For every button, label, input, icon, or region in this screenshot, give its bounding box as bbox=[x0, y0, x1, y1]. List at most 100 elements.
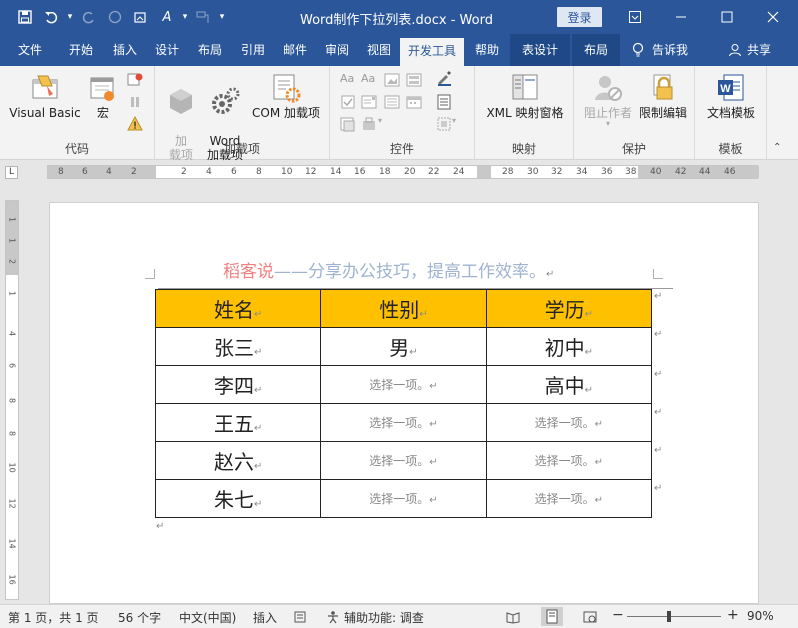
pause-recording-icon[interactable] bbox=[127, 94, 143, 110]
undo-icon[interactable] bbox=[38, 7, 64, 27]
customize-qat-icon[interactable]: ▾ bbox=[216, 7, 228, 27]
document-page[interactable]: 稻客说——分享办公技巧，提高工作效率。↵ 姓名↵ 性别↵ 学历↵ 张三↵ 男↵ … bbox=[49, 202, 759, 604]
check-box-content-control-icon[interactable] bbox=[340, 94, 356, 110]
document-table[interactable]: 姓名↵ 性别↵ 学历↵ 张三↵ 男↵ 初中↵ 李四↵ 选择一项。↵ 高中↵ 王五… bbox=[154, 289, 653, 518]
zoom-in-icon[interactable]: + bbox=[727, 607, 739, 623]
page-count[interactable]: 第 1 页，共 1 页 bbox=[8, 609, 99, 626]
close-icon[interactable] bbox=[750, 0, 796, 34]
table-header-cell[interactable]: 姓名↵ bbox=[154, 289, 322, 328]
xml-mapping-pane-button[interactable]: XML 映射窗格 bbox=[481, 72, 569, 120]
table-header-cell[interactable]: 性别↵ bbox=[320, 289, 487, 328]
print-layout-icon[interactable] bbox=[541, 607, 563, 626]
macro-record-icon[interactable] bbox=[294, 610, 308, 624]
login-button[interactable]: 登录 bbox=[557, 7, 602, 27]
undo-dropdown-icon[interactable]: ▾ bbox=[64, 7, 76, 27]
record-macro-icon[interactable] bbox=[127, 72, 143, 88]
word-count[interactable]: 56 个字 bbox=[118, 609, 161, 626]
tab-table-design[interactable]: 表设计 bbox=[510, 34, 570, 66]
tab-help[interactable]: 帮助 bbox=[466, 34, 508, 66]
date-picker-content-control-icon[interactable] bbox=[406, 94, 422, 110]
restrict-editing-button[interactable]: 限制编辑 bbox=[636, 72, 690, 120]
zoom-slider-track[interactable] bbox=[627, 616, 721, 617]
tab-table-layout[interactable]: 布局 bbox=[572, 34, 620, 66]
ruler-column-marker[interactable] bbox=[477, 166, 491, 178]
table-cell[interactable]: 朱七↵ bbox=[154, 479, 322, 518]
table-cell[interactable]: 李四↵ bbox=[154, 365, 322, 404]
insert-mode-indicator[interactable]: 插入 bbox=[253, 609, 277, 626]
vertical-ruler[interactable]: 1 1 2 1 4 6 8 8 10 12 14 16 bbox=[5, 200, 19, 600]
group-controls-icon[interactable] bbox=[436, 116, 452, 132]
macros-button[interactable]: 宏 bbox=[84, 72, 122, 120]
ruler-number: 12 bbox=[7, 498, 17, 509]
legacy-tools-dropdown-icon[interactable]: ▾ bbox=[378, 116, 394, 132]
tab-developer[interactable]: 开发工具 bbox=[400, 38, 464, 66]
zoom-level[interactable]: 90% bbox=[747, 609, 774, 623]
tab-review[interactable]: 审阅 bbox=[316, 34, 358, 66]
tab-references[interactable]: 引用 bbox=[232, 34, 274, 66]
language-indicator[interactable]: 中文(中国) bbox=[179, 609, 236, 626]
design-mode-icon[interactable] bbox=[436, 70, 452, 86]
picture-content-control-icon[interactable] bbox=[384, 72, 400, 88]
document-template-button[interactable]: W 文档模板 bbox=[701, 72, 761, 120]
group-controls-dropdown-icon[interactable]: ▾ bbox=[452, 116, 468, 132]
visual-basic-button[interactable]: Visual Basic bbox=[8, 72, 82, 120]
tab-selector[interactable]: L bbox=[5, 166, 18, 179]
save-icon[interactable] bbox=[12, 7, 38, 27]
accessibility-icon[interactable] bbox=[326, 610, 340, 624]
ruler-number: 16 bbox=[354, 167, 366, 177]
combo-box-content-control-icon[interactable] bbox=[361, 94, 377, 110]
tab-mailings[interactable]: 邮件 bbox=[274, 34, 316, 66]
zoom-slider-thumb[interactable] bbox=[667, 611, 671, 622]
table-cell[interactable]: 张三↵ bbox=[154, 327, 322, 366]
table-cell[interactable]: 高中↵ bbox=[485, 365, 653, 404]
building-block-control-icon[interactable] bbox=[406, 72, 422, 88]
table-cell[interactable]: 王五↵ bbox=[154, 403, 322, 442]
horizontal-ruler[interactable]: 8 6 4 2 2 4 6 8 10 12 14 16 18 20 22 24 28 30 32 34 36 38 40 42… bbox=[47, 165, 759, 179]
dropdown-content-control[interactable]: 选择一项。↵ bbox=[320, 365, 487, 404]
block-authors-button[interactable]: 阻止作者 ▾ bbox=[582, 72, 634, 128]
page-header[interactable]: 稻客说——分享办公技巧，提高工作效率。↵ bbox=[223, 257, 554, 282]
dropdown-content-control[interactable]: 选择一项。↵ bbox=[485, 403, 653, 442]
tab-layout[interactable]: 布局 bbox=[188, 34, 232, 66]
circle-icon[interactable] bbox=[102, 7, 128, 27]
maximize-icon[interactable] bbox=[704, 0, 750, 34]
format-painter-icon[interactable] bbox=[190, 7, 216, 27]
plain-text-content-control-icon[interactable]: Aa bbox=[361, 72, 377, 88]
drop-down-list-content-control-icon[interactable] bbox=[384, 94, 400, 110]
web-layout-icon[interactable] bbox=[583, 610, 597, 624]
table-cell[interactable]: 初中↵ bbox=[485, 327, 653, 366]
tab-home[interactable]: 开始 bbox=[58, 34, 104, 66]
tab-view[interactable]: 视图 bbox=[358, 34, 400, 66]
table-header-cell[interactable]: 学历↵ bbox=[485, 289, 653, 328]
picture-edit-icon[interactable] bbox=[128, 7, 154, 27]
zoom-out-icon[interactable]: − bbox=[612, 607, 624, 623]
title-bar: ▾ A ▾ ▾ Word制作下拉列表.docx - Word 登录 bbox=[0, 0, 798, 34]
tab-design[interactable]: 设计 bbox=[146, 34, 188, 66]
read-mode-icon[interactable] bbox=[506, 610, 520, 624]
tab-insert[interactable]: 插入 bbox=[104, 34, 146, 66]
font-style-icon[interactable]: A bbox=[154, 7, 180, 27]
dropdown-content-control[interactable]: 选择一项。↵ bbox=[485, 479, 653, 518]
dropdown-content-control[interactable]: 选择一项。↵ bbox=[320, 441, 487, 480]
macro-security-icon[interactable] bbox=[127, 116, 143, 132]
collapse-ribbon-icon[interactable]: ⌃ bbox=[773, 142, 781, 153]
ribbon-display-options-icon[interactable] bbox=[612, 0, 658, 34]
redo-icon[interactable] bbox=[76, 7, 102, 27]
share-button[interactable]: 共享 bbox=[728, 34, 771, 66]
tab-file[interactable]: 文件 bbox=[4, 34, 56, 66]
table-cell[interactable]: 赵六↵ bbox=[154, 441, 322, 480]
minimize-icon[interactable] bbox=[658, 0, 704, 34]
rich-text-content-control-icon[interactable]: Aa bbox=[340, 72, 356, 88]
dropdown-content-control[interactable]: 选择一项。↵ bbox=[485, 441, 653, 480]
dropdown-content-control[interactable]: 选择一项。↵ bbox=[320, 479, 487, 518]
tell-me-box[interactable]: 告诉我 bbox=[632, 34, 688, 66]
font-style-dropdown-icon[interactable]: ▾ bbox=[180, 7, 190, 27]
properties-icon[interactable] bbox=[436, 94, 452, 110]
com-addins-button[interactable]: COM 加载项 bbox=[249, 72, 323, 120]
table-cell[interactable]: 男↵ bbox=[320, 327, 487, 366]
accessibility-status[interactable]: 辅助功能: 调查 bbox=[344, 609, 424, 626]
repeating-section-content-control-icon[interactable] bbox=[340, 116, 356, 132]
block-authors-icon bbox=[595, 76, 622, 101]
legacy-tools-icon[interactable] bbox=[361, 116, 377, 132]
dropdown-content-control[interactable]: 选择一项。↵ bbox=[320, 403, 487, 442]
